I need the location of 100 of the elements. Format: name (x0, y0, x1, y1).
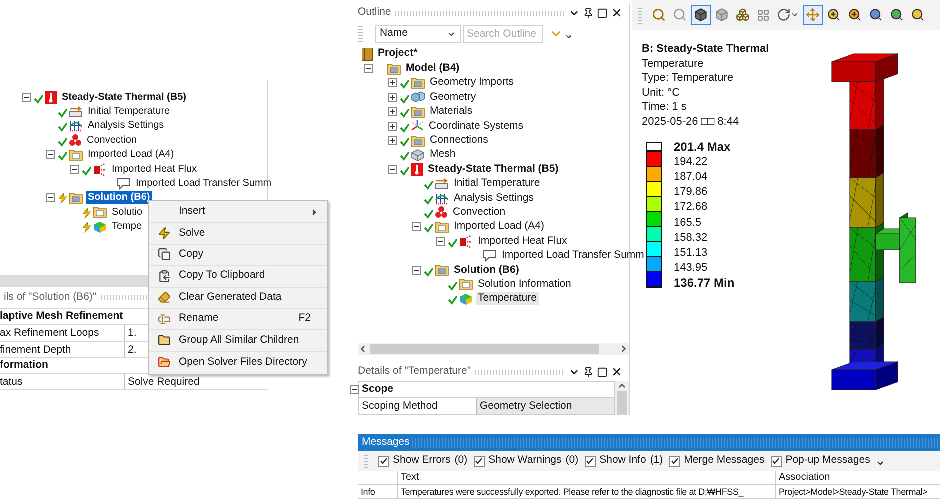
maximize-icon[interactable] (597, 366, 608, 378)
collapse-icon[interactable] (46, 193, 55, 202)
pin-icon[interactable] (583, 8, 594, 18)
tree-item[interactable]: Imported Heat Flux (110, 162, 200, 176)
expand-icon[interactable] (388, 92, 397, 102)
menu-item[interactable]: Open Solver Files Directory (149, 352, 327, 374)
panel-title: Outline (358, 5, 392, 20)
expand-icon[interactable] (388, 107, 397, 116)
close-icon[interactable] (611, 366, 623, 378)
legend-label: 143.95 (674, 261, 709, 276)
dropdown-icon[interactable] (876, 459, 886, 468)
checkbox[interactable] (474, 456, 485, 466)
vertical-scrollbar[interactable] (615, 381, 629, 415)
collapse-icon[interactable] (22, 92, 31, 102)
folder-icon (411, 76, 425, 89)
tree-item[interactable]: Model (B4) (404, 62, 462, 76)
collapse-icon[interactable] (70, 164, 79, 174)
scroll-right-icon[interactable] (619, 344, 629, 354)
magnifier-icon (890, 8, 904, 22)
menu-item[interactable]: Insert (149, 202, 327, 224)
property-label: tatus (0, 374, 125, 390)
magnifier-icon (869, 8, 883, 22)
collapse-icon[interactable] (436, 236, 445, 246)
scroll-up-icon[interactable] (617, 381, 627, 391)
arrows-icon (93, 162, 107, 176)
tree-item[interactable]: Geometry Imports (428, 76, 516, 90)
tree-item[interactable]: Imported Heat Flux (476, 234, 570, 248)
menu-item[interactable]: Copy (149, 244, 327, 266)
toolbar-button[interactable] (691, 5, 711, 25)
pin-icon[interactable] (583, 366, 594, 378)
result-info: Type: Temperature (642, 71, 735, 86)
tree-item[interactable]: Solution (B6) (86, 191, 152, 204)
menu-item[interactable]: Group All Similar Children (149, 330, 327, 352)
tree-item[interactable]: Imported Load (A4) (452, 220, 546, 234)
folder-icon (93, 206, 107, 218)
book-icon (362, 48, 373, 61)
expand-icon[interactable] (388, 78, 397, 88)
arrow-icon (435, 178, 449, 190)
menu-item[interactable]: Clear Generated Data (149, 288, 327, 309)
tree-item[interactable]: Initial Temperature (452, 177, 542, 190)
folder-icon (387, 62, 401, 75)
horizontal-scrollbar[interactable] (358, 343, 629, 355)
expand-icon[interactable] (388, 122, 397, 131)
checkbox[interactable] (770, 456, 782, 466)
tree-item[interactable]: Materials (428, 105, 475, 118)
tree-item[interactable]: Geometry (428, 90, 478, 104)
tree-item[interactable]: Analysis Settings (452, 192, 536, 205)
property-value[interactable]: Geometry Selection (477, 398, 614, 414)
menu-item[interactable]: Rename F2 (149, 308, 327, 330)
tree-item[interactable]: Solution (B6) (452, 264, 522, 277)
result-info: 2025-05-26 □□ 8:44 (642, 114, 740, 130)
tree-item[interactable]: Steady-State Thermal (B5) (60, 90, 188, 104)
property-value: 2. (127, 342, 137, 357)
close-icon[interactable] (611, 7, 623, 19)
tree-item[interactable]: Imported Load Transfer Summ (134, 177, 274, 190)
tree-item[interactable]: Temperature (476, 292, 539, 306)
dropdown-icon (791, 11, 799, 19)
filter-count: (0) (454, 453, 468, 468)
checkbox[interactable] (669, 456, 680, 466)
tree-item[interactable]: Project* (376, 46, 420, 62)
filter-dropdown[interactable]: Name (375, 25, 461, 43)
cube-icon (93, 220, 107, 233)
cube-icon (715, 8, 729, 22)
tree-item[interactable]: Imported Load Transfer Summ (500, 249, 646, 262)
collapse-icon[interactable] (364, 64, 373, 74)
tree-item[interactable]: Convection (451, 206, 508, 219)
expand-icon[interactable] (388, 136, 397, 146)
tree-item[interactable]: Connections (428, 134, 490, 148)
menu-item[interactable]: Copy To Clipboard (149, 266, 327, 288)
menu-item[interactable]: Solve (149, 223, 327, 245)
tree-item[interactable]: Steady-State Thermal (B5) (426, 162, 561, 176)
property-value: Solve Required (127, 375, 200, 390)
collapse-icon[interactable] (350, 385, 359, 394)
collapse-icon[interactable] (388, 164, 397, 174)
tree-item[interactable]: Analysis Settings (86, 119, 166, 132)
column-header[interactable]: Association (776, 471, 940, 484)
cube-icon (694, 8, 708, 22)
tree-item[interactable]: Initial Temperature (86, 105, 172, 118)
checkbox[interactable] (378, 456, 389, 466)
collapse-icon[interactable] (412, 266, 421, 275)
folder-icon (459, 278, 473, 290)
scroll-left-icon[interactable] (358, 344, 368, 354)
tree-item[interactable]: Convection (85, 134, 140, 147)
eraser-icon (158, 291, 170, 304)
lightning-icon (158, 227, 170, 240)
column-header[interactable]: Text (398, 471, 776, 484)
tree-item[interactable]: Mesh (428, 148, 458, 162)
tree-item[interactable]: Solution Information (476, 278, 574, 291)
tree-item[interactable]: Coordinate Systems (427, 120, 526, 133)
checkbox[interactable] (584, 456, 596, 466)
folder-icon (411, 106, 425, 118)
search-field[interactable]: Search Outline (463, 25, 543, 43)
speech-bubble-icon (117, 178, 131, 190)
collapse-icon[interactable] (46, 150, 55, 160)
tree-item[interactable]: Solutio (110, 206, 145, 219)
maximize-icon[interactable] (597, 8, 608, 18)
tree-item[interactable]: Tempe (110, 220, 144, 234)
collapse-icon[interactable] (412, 222, 421, 232)
dropdown-icon[interactable] (565, 33, 573, 41)
tree-item[interactable]: Imported Load (A4) (86, 148, 176, 162)
